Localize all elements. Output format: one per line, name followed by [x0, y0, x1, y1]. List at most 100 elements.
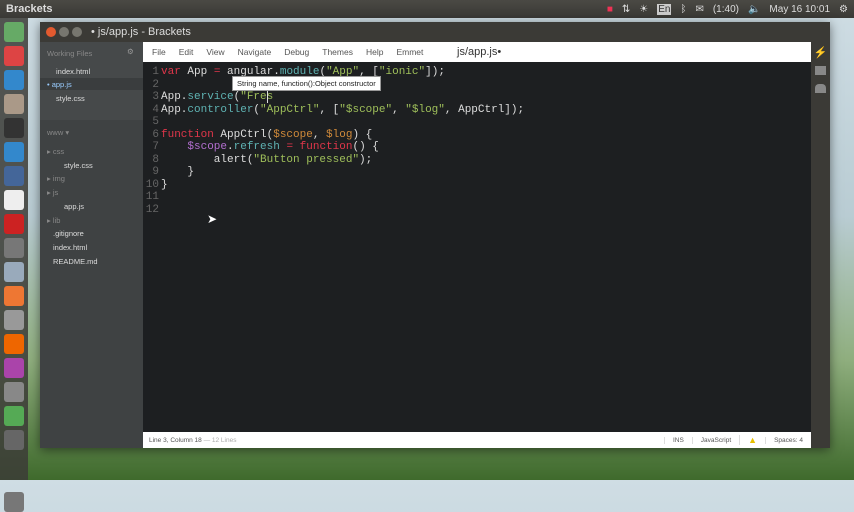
menu-help[interactable]: Help: [366, 47, 383, 57]
menu-file[interactable]: File: [152, 47, 166, 57]
software-center-icon[interactable]: [4, 286, 24, 306]
menu-bar: File Edit View Navigate Debug Themes Hel…: [143, 42, 811, 62]
working-file[interactable]: index.html: [56, 67, 90, 76]
right-toolbar: ⚡: [811, 42, 830, 448]
document-title: js/app.js•: [457, 46, 502, 58]
working-file-label: app.js: [51, 80, 72, 89]
system-top-bar: Brackets ■ ⇅ ☀ En ᛒ ✉ (1:40) 🔈 May 16 10…: [0, 0, 854, 18]
close-button[interactable]: [46, 27, 56, 37]
app-icon[interactable]: [4, 382, 24, 402]
text-cursor: [267, 91, 268, 103]
files-icon[interactable]: [4, 94, 24, 114]
code-editor[interactable]: 1 var App = angular.module("App", ["ionic…: [143, 62, 811, 432]
brackets-window: • js/app.js - Brackets Working Files ⚙ i…: [40, 22, 830, 448]
extension-manager-icon[interactable]: [815, 66, 826, 75]
tree-folder[interactable]: ▸ img: [47, 174, 65, 183]
line-number: 8: [152, 153, 159, 166]
menu-themes[interactable]: Themes: [322, 47, 353, 57]
tree-item-label: .gitignore: [53, 229, 84, 239]
line-number: 2: [152, 78, 159, 91]
app-icon[interactable]: [4, 142, 24, 162]
gear-icon[interactable]: ⚙: [127, 47, 134, 56]
sidebar: Working Files ⚙ index.html • app.js styl…: [40, 42, 143, 448]
line-number: 4: [152, 103, 159, 116]
app-icon[interactable]: [4, 262, 24, 282]
bluetooth-icon[interactable]: ᛒ: [680, 4, 686, 15]
tree-item-label: css: [52, 147, 65, 156]
volume-icon[interactable]: 🔈: [748, 4, 760, 15]
line-number: 5: [152, 116, 159, 128]
tree-item-label: README.md: [53, 256, 98, 266]
launcher: [0, 18, 28, 512]
tree-item-label: style.css: [64, 160, 93, 170]
minimize-button[interactable]: [59, 27, 69, 37]
line-number: 10: [145, 178, 159, 191]
insert-mode[interactable]: INS: [663, 436, 692, 444]
clock[interactable]: May 16 10:01: [769, 4, 830, 15]
tree-folder[interactable]: ▸ js: [47, 188, 58, 197]
menu-edit[interactable]: Edit: [179, 47, 194, 57]
camera-icon[interactable]: ■: [607, 4, 613, 15]
menu-emmet[interactable]: Emmet: [396, 47, 423, 57]
brackets-icon[interactable]: [4, 406, 24, 426]
terminal-icon[interactable]: [4, 118, 24, 138]
line-number: 9: [152, 166, 159, 178]
tree-file[interactable]: style.css: [64, 161, 93, 170]
indent-setting[interactable]: Spaces: 4: [765, 436, 811, 444]
code-line[interactable]: function AppCtrl($scope, $log) {: [161, 129, 372, 141]
cursor-position: Line 3, Column 18: [149, 436, 202, 444]
menu-view[interactable]: View: [206, 47, 224, 57]
tree-file[interactable]: app.js: [64, 202, 84, 211]
code-line[interactable]: }: [161, 166, 194, 178]
code-line[interactable]: alert("Button pressed");: [161, 154, 372, 166]
settings-gear-icon[interactable]: ⚙: [839, 4, 848, 15]
tree-file[interactable]: index.html: [53, 243, 87, 252]
mouse-pointer-icon: ➤: [207, 213, 218, 227]
code-line[interactable]: App.service("Fres: [161, 91, 273, 103]
line-number: 12: [145, 203, 159, 216]
line-number: 1: [152, 66, 159, 78]
maximize-button[interactable]: [72, 27, 82, 37]
extension-icon[interactable]: [815, 84, 826, 93]
tree-item-label: index.html: [53, 242, 88, 252]
tree-file[interactable]: README.md: [53, 257, 98, 266]
line-number: 3: [152, 91, 159, 103]
line-number: 6: [152, 128, 159, 141]
chrome-icon[interactable]: [4, 46, 24, 66]
mail-icon[interactable]: ✉: [695, 4, 703, 15]
document-icon[interactable]: [4, 190, 24, 210]
pdf-icon[interactable]: [4, 214, 24, 234]
code-line[interactable]: App.controller("AppCtrl", ["$scope", "$l…: [161, 104, 524, 116]
app-icon[interactable]: [4, 166, 24, 186]
app-icon[interactable]: [4, 238, 24, 258]
warning-icon[interactable]: ▲: [739, 435, 765, 445]
code-line[interactable]: }: [161, 179, 168, 191]
dash-icon[interactable]: [4, 22, 24, 42]
status-bar: Line 3, Column 18 — 12 Lines INS JavaScr…: [143, 432, 811, 448]
active-app-title: Brackets: [6, 3, 53, 15]
tree-folder[interactable]: ▸ css: [47, 147, 64, 156]
app-icon[interactable]: [4, 430, 24, 450]
menu-navigate[interactable]: Navigate: [238, 47, 272, 57]
trash-icon[interactable]: [4, 492, 24, 512]
working-file[interactable]: style.css: [56, 94, 85, 103]
keyboard-lang[interactable]: En: [657, 3, 672, 15]
language-select[interactable]: JavaScript: [691, 436, 739, 444]
code-line[interactable]: $scope.refresh = function() {: [161, 141, 378, 153]
battery-indicator[interactable]: (1:40): [713, 4, 739, 15]
title-bar: • js/app.js - Brackets: [40, 22, 830, 42]
settings-icon[interactable]: [4, 310, 24, 330]
brightness-icon[interactable]: ☀: [639, 4, 648, 15]
app-icon[interactable]: [4, 358, 24, 378]
tree-folder[interactable]: ▸ lib: [47, 216, 60, 225]
menu-debug[interactable]: Debug: [284, 47, 309, 57]
working-file-active[interactable]: • app.js: [47, 80, 72, 89]
app-icon[interactable]: [4, 70, 24, 90]
project-dropdown[interactable]: www ▾: [47, 128, 69, 137]
network-icon[interactable]: ⇅: [622, 4, 630, 15]
tree-file[interactable]: .gitignore: [53, 229, 84, 238]
live-preview-icon[interactable]: ⚡: [811, 46, 830, 59]
line-number: 7: [152, 141, 159, 153]
tree-item-label: js: [52, 188, 59, 198]
firefox-icon[interactable]: [4, 334, 24, 354]
